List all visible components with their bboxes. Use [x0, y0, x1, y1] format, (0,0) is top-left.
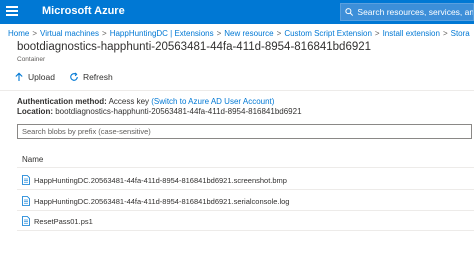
- command-bar: Upload Refresh: [14, 72, 127, 82]
- blob-name[interactable]: HappHuntingDC.20563481-44fa-411d-8954-81…: [34, 176, 287, 185]
- row-divider: [17, 189, 474, 190]
- breadcrumb-storage[interactable]: Stora: [451, 29, 470, 38]
- refresh-label: Refresh: [82, 72, 113, 82]
- breadcrumb-install-extension[interactable]: Install extension: [383, 29, 440, 38]
- breadcrumb-vm-extensions[interactable]: HappHuntingDC | Extensions: [110, 29, 214, 38]
- breadcrumb-new-resource[interactable]: New resource: [224, 29, 273, 38]
- upload-icon: [15, 72, 23, 81]
- column-header-name[interactable]: Name: [22, 155, 43, 164]
- chevron-right-icon: >: [442, 28, 448, 38]
- blob-search-placeholder: Search blobs by prefix (case-sensitive): [22, 127, 151, 136]
- upload-label: Upload: [28, 72, 55, 82]
- refresh-icon: [70, 72, 78, 81]
- chevron-right-icon: >: [216, 28, 222, 38]
- table-row[interactable]: HappHuntingDC.20563481-44fa-411d-8954-81…: [22, 175, 287, 185]
- row-divider: [17, 230, 474, 231]
- chevron-right-icon: >: [276, 28, 282, 38]
- toolbar-divider: [0, 90, 474, 91]
- location-label: Location:: [17, 107, 53, 116]
- table-row[interactable]: HappHuntingDC.20563481-44fa-411d-8954-81…: [22, 196, 289, 206]
- global-search-input[interactable]: Search resources, services, and doc: [340, 3, 474, 21]
- row-divider: [17, 210, 474, 211]
- chevron-right-icon: >: [102, 28, 107, 38]
- switch-auth-link[interactable]: (Switch to Azure AD User Account): [151, 97, 274, 106]
- breadcrumb: Home > Virtual machines > HappHuntingDC | …: [8, 27, 470, 39]
- refresh-button[interactable]: Refresh: [69, 72, 113, 82]
- breadcrumb-home[interactable]: Home: [8, 29, 29, 38]
- chevron-right-icon: >: [374, 28, 380, 38]
- table-row[interactable]: ResetPass01.ps1: [22, 216, 93, 226]
- blob-name[interactable]: ResetPass01.ps1: [34, 217, 93, 226]
- page-title: bootdiagnostics-happhunti-20563481-44fa-…: [17, 41, 372, 53]
- file-icon: [22, 216, 30, 226]
- portal-brand[interactable]: Microsoft Azure: [42, 5, 125, 17]
- global-search-placeholder: Search resources, services, and doc: [357, 7, 473, 17]
- location-value: bootdiagnostics-happhunti-20563481-44fa-…: [55, 107, 302, 116]
- blob-name[interactable]: HappHuntingDC.20563481-44fa-411d-8954-81…: [34, 197, 289, 206]
- file-icon: [22, 175, 30, 185]
- top-bar: Microsoft Azure Search resources, servic…: [0, 0, 474, 24]
- file-icon: [22, 196, 30, 206]
- breadcrumb-virtual-machines[interactable]: Virtual machines: [40, 29, 99, 38]
- location-row: Location: bootdiagnostics-happhunti-2056…: [17, 107, 302, 116]
- menu-icon[interactable]: [6, 6, 18, 18]
- auth-method-row: Authentication method: Access key (Switc…: [17, 97, 274, 106]
- search-icon: [345, 8, 354, 16]
- chevron-right-icon: >: [32, 28, 38, 38]
- breadcrumb-custom-script-extension[interactable]: Custom Script Extension: [284, 29, 372, 38]
- upload-button[interactable]: Upload: [14, 72, 55, 82]
- auth-method-label: Authentication method:: [17, 97, 107, 106]
- blob-search-input[interactable]: Search blobs by prefix (case-sensitive): [17, 124, 472, 139]
- page-subtitle: Container: [17, 56, 46, 63]
- table-header-divider: [17, 167, 474, 168]
- auth-method-value: Access key: [108, 97, 150, 106]
